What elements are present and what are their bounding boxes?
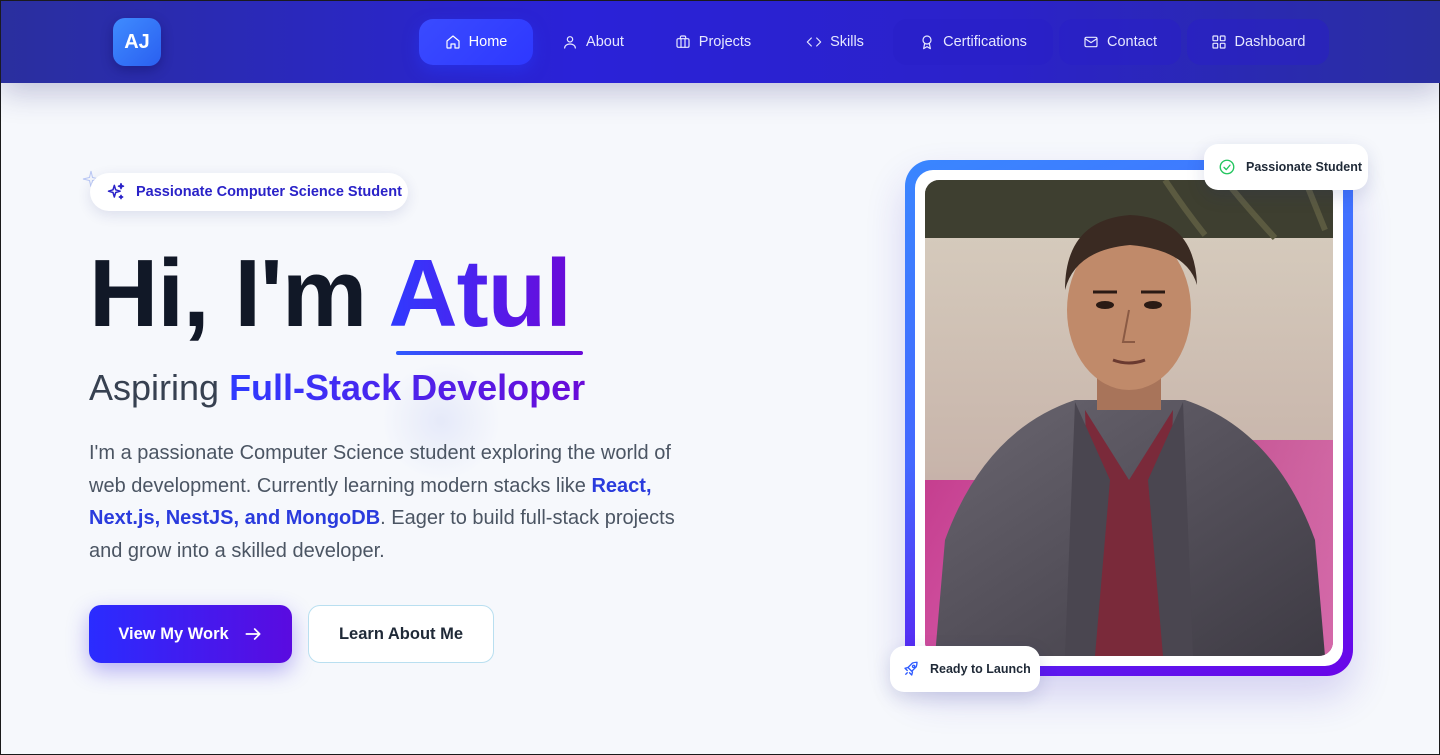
name-underline bbox=[396, 351, 583, 355]
grid-icon bbox=[1211, 35, 1226, 49]
nav-certifications-label: Certifications bbox=[943, 34, 1027, 50]
desc-part1: I'm a passionate Computer Science studen… bbox=[89, 442, 671, 497]
check-circle-icon bbox=[1219, 159, 1235, 175]
code-icon bbox=[806, 37, 822, 47]
hero-title: Hi, I'm Atul bbox=[89, 239, 572, 349]
hero-badge: Passionate Computer Science Student bbox=[90, 173, 408, 211]
nav-about[interactable]: About bbox=[539, 19, 647, 65]
nav-certifications[interactable]: Certifications bbox=[893, 19, 1053, 65]
hero-subtitle: Aspiring Full-Stack Developer bbox=[89, 367, 585, 409]
mail-icon bbox=[1084, 36, 1098, 48]
nav-home-label: Home bbox=[468, 34, 508, 50]
rocket-icon bbox=[904, 661, 918, 676]
nav-about-label: About bbox=[586, 34, 624, 50]
nav-dashboard-label: Dashboard bbox=[1234, 34, 1306, 50]
learn-about-me-label: Learn About Me bbox=[338, 624, 464, 643]
home-icon bbox=[446, 35, 460, 49]
nav-contact-label: Contact bbox=[1107, 34, 1157, 50]
nav-home[interactable]: Home bbox=[419, 19, 533, 65]
briefcase-icon bbox=[676, 35, 690, 48]
view-my-work-button[interactable]: View My Work bbox=[89, 605, 292, 663]
hero-greeting: Hi, I'm bbox=[89, 240, 389, 347]
hero-name: Atul bbox=[388, 240, 572, 347]
view-my-work-label: View My Work bbox=[118, 624, 229, 643]
user-icon bbox=[564, 36, 576, 49]
ready-to-launch-badge: Ready to Launch bbox=[890, 646, 1040, 692]
award-icon bbox=[922, 35, 932, 50]
ready-to-launch-label: Ready to Launch bbox=[930, 662, 1031, 676]
arrow-right-icon bbox=[245, 628, 261, 640]
hero-badge-label: Passionate Computer Science Student bbox=[136, 184, 402, 200]
profile-photo-illustration bbox=[925, 180, 1333, 656]
learn-about-me-button[interactable]: Learn About Me bbox=[308, 605, 494, 663]
passionate-student-badge: Passionate Student bbox=[1204, 144, 1368, 190]
profile-photo bbox=[925, 180, 1333, 656]
logo[interactable]: AJ bbox=[113, 18, 161, 66]
profile-frame bbox=[905, 160, 1353, 676]
nav-projects[interactable]: Projects bbox=[653, 19, 773, 65]
nav-projects-label: Projects bbox=[698, 34, 752, 50]
subtitle-highlight: Full-Stack Developer bbox=[229, 367, 586, 408]
nav-skills-label: Skills bbox=[830, 34, 864, 50]
sparkles-icon bbox=[107, 182, 125, 200]
subtitle-prefix: Aspiring bbox=[89, 367, 230, 408]
hero-description: I'm a passionate Computer Science studen… bbox=[89, 437, 689, 567]
nav-skills[interactable]: Skills bbox=[785, 19, 885, 65]
nav-dashboard[interactable]: Dashboard bbox=[1187, 19, 1329, 65]
navbar: AJ Home About Projects Skills Certificat… bbox=[1, 1, 1440, 83]
passionate-student-label: Passionate Student bbox=[1246, 160, 1362, 174]
nav-contact[interactable]: Contact bbox=[1059, 19, 1181, 65]
